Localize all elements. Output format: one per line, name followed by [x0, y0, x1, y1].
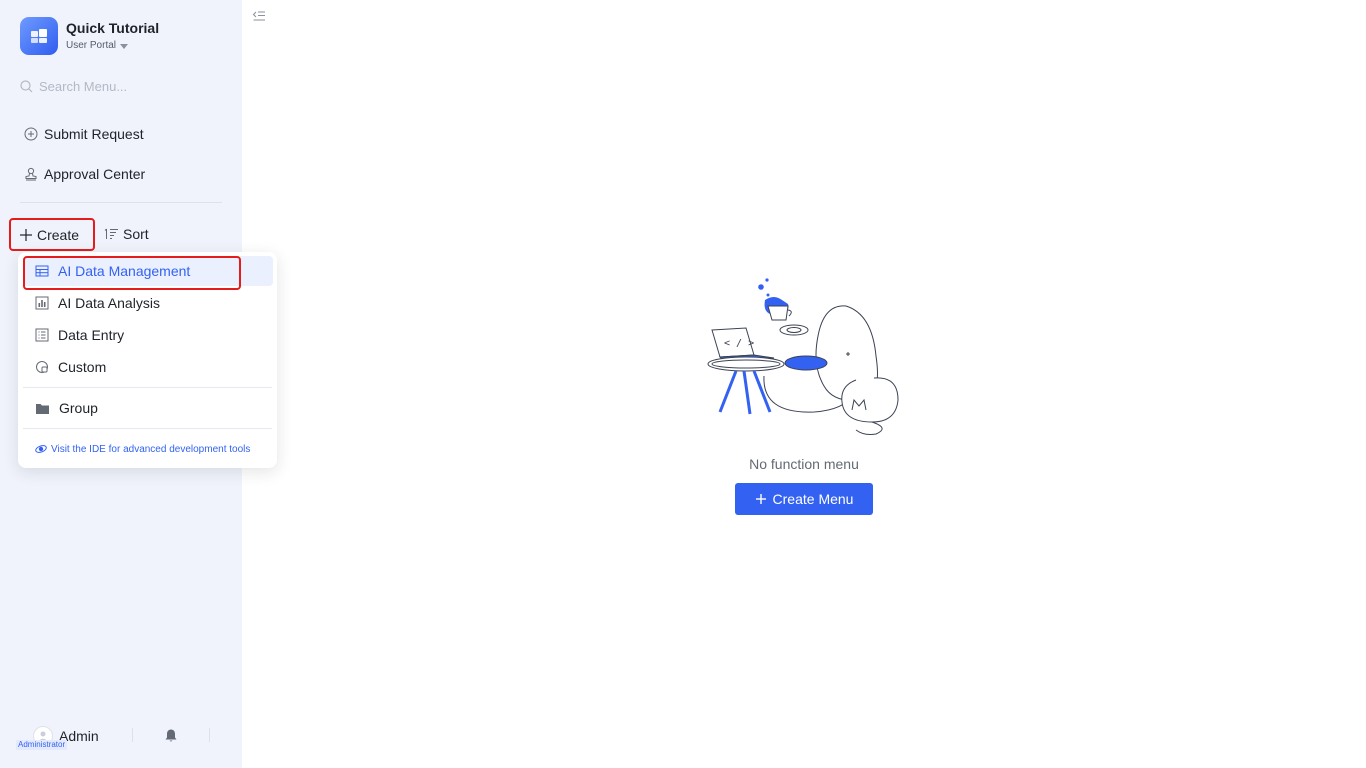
bottom-divider — [132, 728, 133, 742]
plus-icon — [755, 494, 766, 504]
chevron-down-icon — [120, 44, 129, 49]
nav-submit-request[interactable]: Submit Request — [24, 126, 144, 142]
nav-approval-center[interactable]: Approval Center — [24, 166, 145, 182]
dropdown-item-custom[interactable]: Custom — [23, 352, 273, 382]
plus-icon — [20, 228, 32, 241]
dropdown-item-label: AI Data Management — [58, 263, 191, 279]
form-icon — [35, 328, 49, 342]
custom-page-icon — [36, 361, 48, 373]
bell-icon[interactable] — [164, 728, 178, 748]
dropdown-divider — [23, 387, 272, 388]
bar-chart-icon — [35, 296, 49, 310]
app-header[interactable]: Quick Tutorial User Portal — [20, 17, 159, 55]
sort-icon — [104, 228, 118, 239]
role-badge: Administrator — [16, 740, 68, 750]
sort-button-label: Sort — [123, 226, 149, 242]
app-title: Quick Tutorial — [66, 20, 160, 36]
sidebar-divider — [20, 202, 222, 203]
svg-text:< / >: < / > — [724, 338, 754, 349]
search-icon — [20, 80, 33, 93]
create-button-label: Create — [37, 226, 80, 243]
stamp-icon — [25, 167, 37, 181]
dropdown-item-label: Group — [59, 400, 98, 416]
ide-link[interactable]: Visit the IDE for advanced development t… — [35, 443, 250, 455]
dropdown-item-label: Data Entry — [58, 327, 125, 343]
nav-submit-request-label: Submit Request — [44, 126, 144, 142]
dropdown-divider — [23, 428, 272, 429]
table-icon — [35, 265, 49, 277]
empty-state-text: No function menu — [749, 456, 859, 472]
create-dropdown: AI Data Management AI Data Analysis Data… — [18, 252, 277, 468]
nav-approval-center-label: Approval Center — [44, 166, 146, 182]
create-button[interactable]: Create — [9, 218, 95, 251]
dropdown-item-ai-data-analysis[interactable]: AI Data Analysis — [23, 288, 273, 318]
search-menu-input[interactable]: Search Menu... — [20, 79, 127, 94]
create-menu-button[interactable]: Create Menu — [735, 483, 873, 515]
collapse-sidebar-icon[interactable] — [252, 9, 266, 28]
create-menu-label: Create Menu — [772, 491, 854, 507]
bottom-divider-right — [209, 728, 210, 742]
ide-icon — [35, 445, 47, 453]
portal-switcher[interactable]: User Portal — [66, 38, 159, 54]
ide-link-label: Visit the IDE for advanced development t… — [51, 443, 251, 455]
sort-button[interactable]: Sort — [104, 226, 149, 242]
dropdown-item-label: Custom — [58, 359, 107, 375]
dropdown-item-label: AI Data Analysis — [58, 295, 160, 311]
dropdown-item-group[interactable]: Group — [23, 393, 273, 423]
app-logo — [20, 17, 58, 55]
plus-circle-icon — [24, 127, 38, 141]
dropdown-item-data-entry[interactable]: Data Entry — [23, 320, 273, 350]
dropdown-item-ai-data-management[interactable]: AI Data Management — [23, 256, 273, 286]
portal-label: User Portal — [66, 40, 117, 51]
search-placeholder: Search Menu... — [39, 79, 128, 94]
folder-icon — [36, 403, 49, 414]
empty-illustration: < / > — [704, 276, 904, 441]
